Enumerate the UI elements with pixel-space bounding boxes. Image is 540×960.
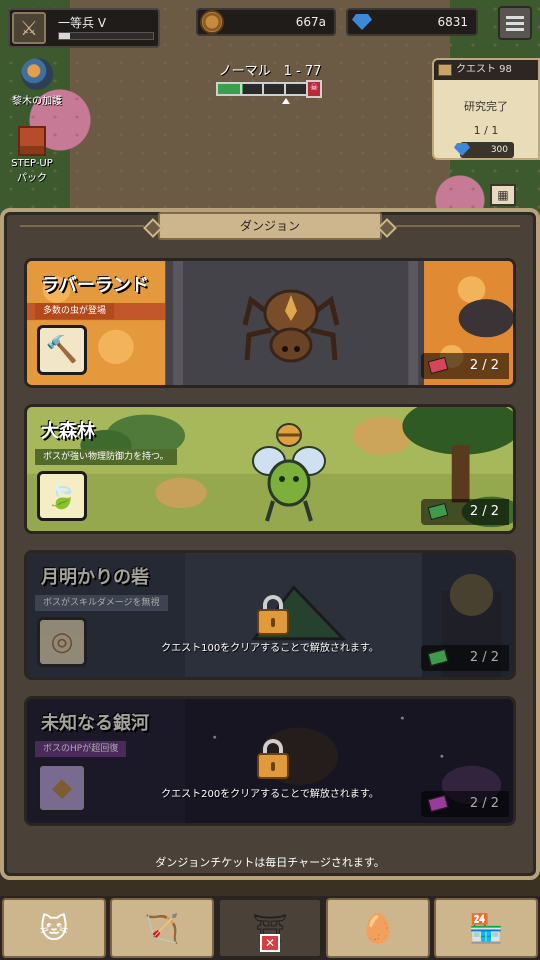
close-icon[interactable]: ✕ (260, 934, 280, 952)
sword-icon: ⚔ (12, 12, 46, 44)
stepup-pack-button[interactable]: STEP-UP パック (2, 126, 62, 184)
quest-panel[interactable]: クエスト 98 研究完了 1 / 1 300 (432, 58, 540, 160)
nav-bow-button[interactable]: 🏹 (110, 898, 214, 958)
egg-nest-icon: 🥚 (360, 911, 396, 945)
rank-name: 一等兵 V (58, 16, 107, 30)
nav-egg-button[interactable]: 🥚 (326, 898, 430, 958)
cat-icon: 🐱 (39, 911, 69, 945)
gem-icon (352, 14, 372, 30)
stage-marker-icon (282, 98, 290, 104)
bee-icon (252, 423, 326, 522)
bottom-nav: 🐱 🏹 ⛩ ✕ 🥚 🏪 (0, 896, 540, 960)
dungeon-name: 月明かりの砦 (41, 567, 149, 588)
blessing-icon (21, 58, 53, 90)
quest-status: 研究完了 (464, 100, 508, 113)
coin-icon (200, 10, 224, 34)
coin-counter: 667a (196, 8, 336, 36)
scroll-icon (438, 64, 452, 76)
stage-progress-bar (216, 82, 308, 96)
quest-reward: 300 (454, 142, 514, 158)
gem-icon (454, 143, 470, 156)
blessing-label: 黎木の加護 (12, 96, 62, 107)
dungeon-card-forest[interactable]: 大森林 ボスが強い物理防御力を持つ。 🍃 2 / 2 (24, 404, 516, 534)
stage-label: ノーマル 1 - 77 (218, 64, 322, 79)
bow-icon: 🏹 (144, 911, 180, 945)
menu-button[interactable] (498, 6, 532, 40)
gem-value: 6831 (437, 15, 468, 29)
dungeon-card-moon-fort[interactable]: 月明かりの砦 ボスがスキルダメージを無視 ◎ 2 / 2 クエスト100をクリア… (24, 550, 516, 680)
blessing-button[interactable]: 黎木の加護 (2, 58, 72, 107)
unlock-condition: クエスト200をクリアすることで解放されます。 (161, 789, 379, 800)
skull-icon: ☠ (306, 80, 322, 98)
shop-icon: 🏪 (468, 911, 504, 945)
map-icon[interactable]: ▦ (490, 184, 516, 206)
coin-value: 667a (295, 15, 326, 29)
dungeon-card-lava[interactable]: ラバーランド 多数の虫が登場 🔨 2 / 2 (24, 258, 516, 388)
dungeon-desc: ボスがスキルダメージを無視 (35, 595, 168, 611)
hammer-icon: 🔨 (37, 325, 87, 375)
gift-box-icon (18, 126, 46, 156)
unlock-condition: クエスト100をクリアすることで解放されます。 (161, 643, 379, 654)
quest-title: クエスト 98 (434, 60, 538, 80)
rank-display[interactable]: ⚔ 一等兵 V (8, 8, 160, 48)
leaf-icon: 🍃 (37, 471, 87, 521)
dungeon-desc: 多数の虫が登場 (35, 303, 115, 319)
ticket-icon (427, 502, 449, 521)
dungeon-panel-title: ダンジョン (158, 212, 382, 240)
quest-progress: 1 / 1 (473, 124, 499, 137)
nav-dungeon-button[interactable]: ⛩ ✕ (218, 898, 322, 958)
dungeon-card-galaxy[interactable]: 未知なる銀河 ボスのHPが超回復 ◆ 2 / 2 クエスト200をクリアすること… (24, 696, 516, 826)
hamburger-icon (506, 15, 524, 19)
spider-icon (242, 289, 340, 363)
dungeon-name: 未知なる銀河 (41, 713, 149, 734)
dungeon-desc: ボスが強い物理防御力を持つ。 (35, 449, 177, 465)
rank-progress-bar (58, 32, 154, 40)
nav-cat-button[interactable]: 🐱 (2, 898, 106, 958)
gem-counter[interactable]: 6831 (346, 8, 478, 36)
ticket-count: 2 / 2 (421, 353, 509, 379)
nav-shop-button[interactable]: 🏪 (434, 898, 538, 958)
ticket-footnote: ダンジョンチケットは毎日チャージされます。 (155, 856, 385, 869)
lock-icon (257, 595, 289, 635)
stepup-label: STEP-UP パック (11, 158, 53, 184)
ticket-icon (427, 356, 449, 375)
lock-icon (257, 739, 289, 779)
ticket-count: 2 / 2 (421, 499, 509, 525)
dungeon-name: 大森林 (41, 421, 95, 442)
dungeon-name: ラバーランド (41, 275, 149, 296)
dungeon-desc: ボスのHPが超回復 (35, 741, 127, 757)
